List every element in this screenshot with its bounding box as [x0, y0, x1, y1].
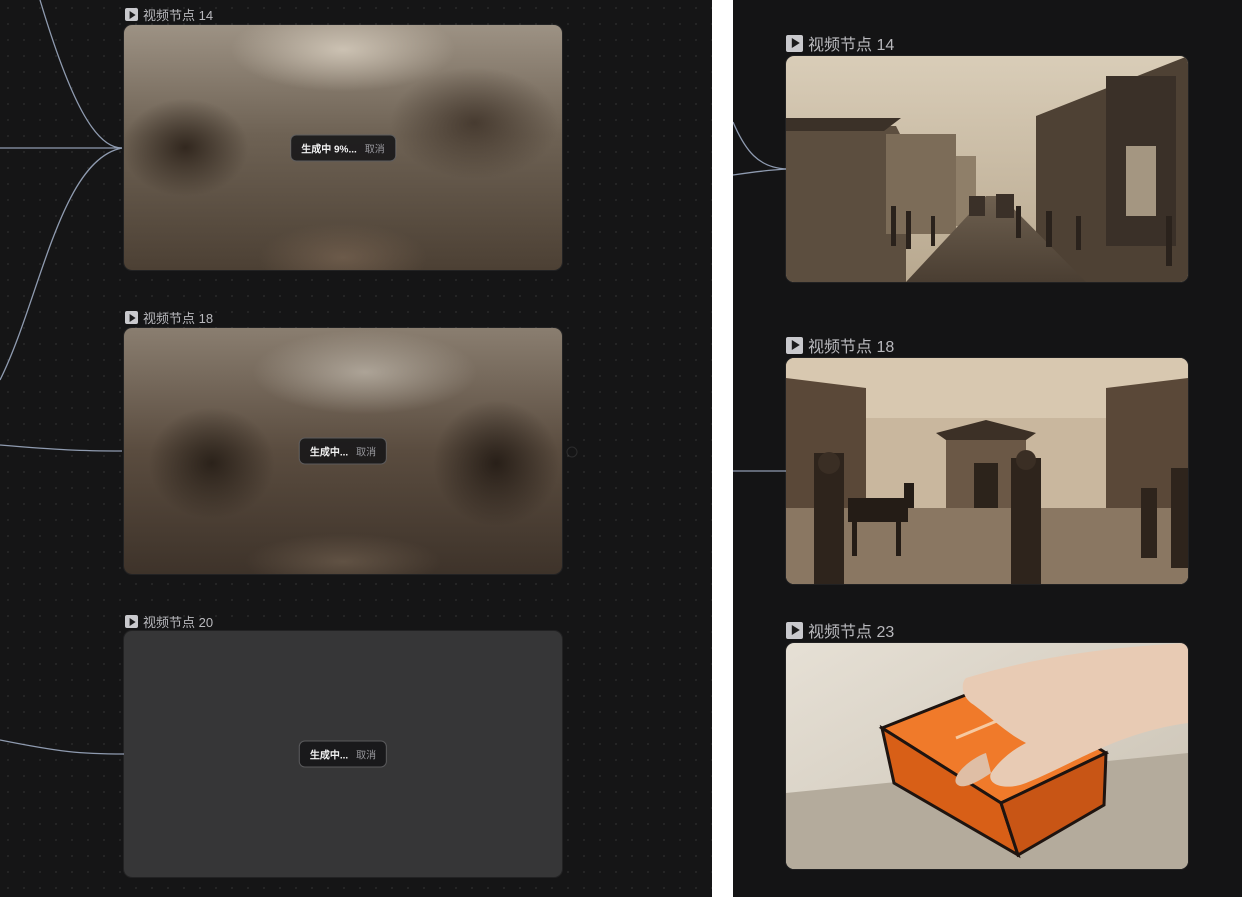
video-node-card[interactable]: 生成中... 取消 — [124, 328, 562, 574]
play-icon — [786, 621, 803, 639]
play-icon — [125, 615, 138, 628]
play-icon — [125, 8, 138, 21]
node-title-14[interactable]: 视频节点 14 — [786, 31, 894, 55]
video-thumbnail[interactable] — [786, 358, 1188, 584]
play-icon — [786, 336, 803, 354]
play-icon — [786, 34, 803, 52]
node-title-23[interactable]: 视频节点 23 — [786, 618, 894, 642]
node-title-label: 视频节点 23 — [808, 624, 895, 641]
generating-status: 生成中... 取消 — [298, 437, 388, 465]
node-title-label: 视频节点 18 — [808, 339, 895, 356]
canvas-right[interactable]: 视频节点 14 视频节点 18 视频节点 23 — [733, 0, 1242, 897]
node-title-20[interactable]: 视频节点 20 — [125, 612, 213, 631]
video-node-card[interactable]: 生成中 9%... 取消 — [124, 25, 562, 270]
orange-box-thumbnail — [786, 643, 1188, 869]
cancel-button[interactable]: 取消 — [356, 747, 376, 762]
progress-text: 生成中... — [309, 447, 349, 459]
cancel-button[interactable]: 取消 — [356, 444, 376, 459]
play-icon — [125, 311, 138, 324]
canvas-left[interactable]: 视频节点 14 生成中 9%... 取消 视频节点 18 生成中... 取消 视… — [0, 0, 712, 897]
generating-status: 生成中 9%... 取消 — [290, 134, 396, 161]
gate-scene-thumbnail — [786, 358, 1188, 584]
cancel-button[interactable]: 取消 — [365, 140, 385, 155]
video-thumbnail[interactable] — [786, 643, 1188, 869]
video-thumbnail[interactable] — [786, 56, 1188, 282]
generating-status: 生成中... 取消 — [298, 740, 388, 768]
node-title-18[interactable]: 视频节点 18 — [125, 308, 213, 327]
progress-text: 生成中... — [309, 750, 349, 762]
node-title-14[interactable]: 视频节点 14 — [125, 5, 213, 24]
node-title-label: 视频节点 14 — [808, 37, 895, 54]
video-node-card[interactable]: 生成中... 取消 — [124, 631, 562, 877]
node-title-label: 视频节点 14 — [143, 8, 214, 23]
node-title-label: 视频节点 18 — [143, 311, 214, 326]
street-scene-thumbnail — [786, 56, 1188, 282]
node-title-18[interactable]: 视频节点 18 — [786, 333, 894, 357]
progress-text: 生成中 9%... — [301, 144, 357, 155]
node-title-label: 视频节点 20 — [143, 615, 214, 630]
